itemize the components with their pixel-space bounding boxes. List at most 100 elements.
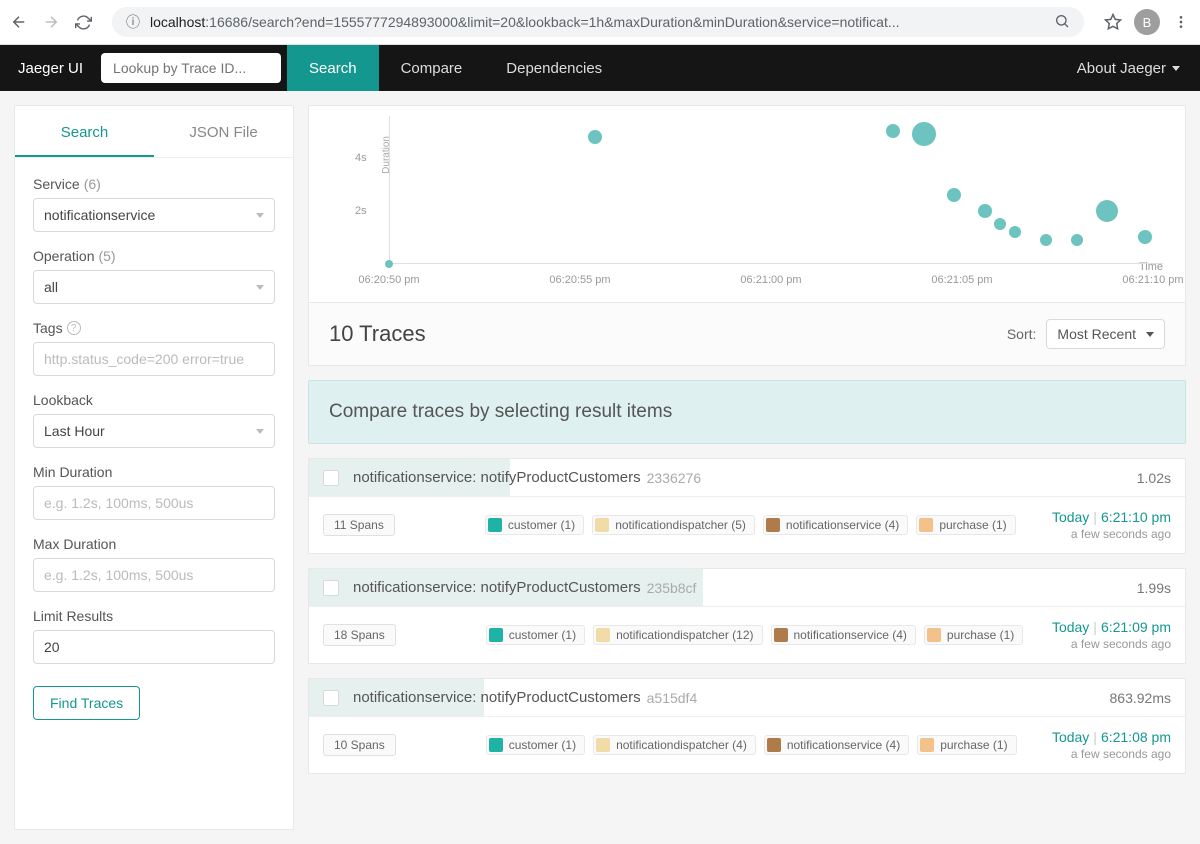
chart-point[interactable]: [886, 124, 900, 138]
lookback-select[interactable]: Last Hour: [33, 414, 275, 448]
nav-dependencies[interactable]: Dependencies: [484, 45, 624, 91]
spans-badge: 18 Spans: [323, 624, 396, 646]
chevron-down-icon: [256, 429, 264, 434]
nav-compare[interactable]: Compare: [379, 45, 485, 91]
trace-row[interactable]: notificationservice: notifyProductCustom…: [308, 678, 1186, 774]
max-duration-input[interactable]: [33, 558, 275, 592]
trace-meta: Today|6:21:08 pma few seconds ago: [1052, 729, 1171, 761]
trace-duration: 863.92ms: [1110, 690, 1171, 706]
chart-point[interactable]: [978, 204, 992, 218]
service-tag[interactable]: notificationservice (4): [763, 515, 908, 535]
service-tag[interactable]: notificationservice (4): [764, 735, 909, 755]
url-bar[interactable]: ⓘ localhost:16686/search?end=15557772948…: [112, 7, 1084, 37]
color-swatch: [766, 518, 780, 532]
lookback-label: Lookback: [33, 392, 275, 408]
service-tag[interactable]: notificationservice (4): [771, 625, 916, 645]
find-traces-button[interactable]: Find Traces: [33, 686, 140, 720]
trace-checkbox[interactable]: [323, 470, 339, 486]
service-tag-label: customer (1): [508, 518, 575, 532]
chart-point[interactable]: [1138, 230, 1152, 244]
brand[interactable]: Jaeger UI: [0, 60, 101, 77]
service-tag-label: notificationservice (4): [794, 628, 907, 642]
service-tag-label: purchase (1): [940, 738, 1007, 752]
app-topnav: Jaeger UI Search Compare Dependencies Ab…: [0, 45, 1200, 91]
service-tag[interactable]: notificationdispatcher (4): [593, 735, 756, 755]
operation-select[interactable]: all: [33, 270, 275, 304]
chart-point[interactable]: [1071, 234, 1083, 246]
min-duration-input[interactable]: [33, 486, 275, 520]
service-tag-label: customer (1): [509, 628, 576, 642]
chevron-down-icon: [1146, 332, 1154, 337]
service-tag-label: purchase (1): [939, 518, 1006, 532]
chart-point[interactable]: [947, 188, 961, 202]
chart-point[interactable]: [994, 218, 1006, 230]
x-tick: 06:21:10 pm: [1122, 274, 1183, 286]
service-tag[interactable]: purchase (1): [917, 735, 1016, 755]
x-tick: 06:21:05 pm: [931, 274, 992, 286]
sort-select[interactable]: Most Recent: [1046, 319, 1165, 349]
y-axis-label: Duration: [381, 136, 392, 174]
color-swatch: [488, 518, 502, 532]
help-icon[interactable]: ?: [67, 321, 81, 335]
operation-label: Operation: [33, 248, 94, 264]
chevron-down-icon: [256, 285, 264, 290]
back-icon[interactable]: [8, 11, 30, 33]
trace-name: notificationservice: notifyProductCustom…: [353, 689, 641, 706]
trace-row[interactable]: notificationservice: notifyProductCustom…: [308, 568, 1186, 664]
forward-icon[interactable]: [40, 11, 62, 33]
service-tag-label: notificationdispatcher (4): [616, 738, 747, 752]
x-tick: 06:20:55 pm: [549, 274, 610, 286]
x-tick: 06:20:50 pm: [358, 274, 419, 286]
service-tag[interactable]: customer (1): [486, 735, 585, 755]
browser-toolbar: ⓘ localhost:16686/search?end=15557772948…: [0, 0, 1200, 45]
y-tick: 2s: [355, 205, 367, 217]
service-tag-label: notificationservice (4): [786, 518, 899, 532]
kebab-icon[interactable]: [1170, 11, 1192, 33]
zoom-icon[interactable]: [1054, 13, 1070, 32]
chevron-down-icon: [1172, 66, 1180, 71]
service-tag[interactable]: purchase (1): [924, 625, 1023, 645]
limit-input[interactable]: [33, 630, 275, 664]
compare-banner: Compare traces by selecting result items: [308, 380, 1186, 444]
service-tag-label: customer (1): [509, 738, 576, 752]
trace-lookup-input[interactable]: [101, 53, 281, 83]
trace-duration: 1.02s: [1137, 470, 1171, 486]
service-tag[interactable]: notificationdispatcher (5): [592, 515, 755, 535]
chart-point[interactable]: [588, 130, 602, 144]
nav-search[interactable]: Search: [287, 45, 379, 91]
service-tag[interactable]: purchase (1): [916, 515, 1015, 535]
chart-point[interactable]: [1040, 234, 1052, 246]
trace-row[interactable]: notificationservice: notifyProductCustom…: [308, 458, 1186, 554]
profile-avatar[interactable]: B: [1134, 9, 1160, 35]
service-select[interactable]: notificationservice: [33, 198, 275, 232]
tab-search[interactable]: Search: [15, 106, 154, 157]
service-tag[interactable]: customer (1): [485, 515, 584, 535]
scatter-chart: Duration Time 4s2s06:20:50 pm06:20:55 pm…: [308, 105, 1186, 303]
trace-id: a515df4: [647, 690, 698, 706]
trace-checkbox[interactable]: [323, 690, 339, 706]
color-swatch: [489, 738, 503, 752]
service-tag[interactable]: notificationdispatcher (12): [593, 625, 762, 645]
star-icon[interactable]: [1102, 11, 1124, 33]
service-count: (6): [84, 176, 101, 192]
tags-input[interactable]: [33, 342, 275, 376]
chart-point[interactable]: [1096, 200, 1118, 222]
about-menu[interactable]: About Jaeger: [1077, 60, 1200, 77]
color-swatch: [919, 518, 933, 532]
chart-point[interactable]: [912, 122, 936, 146]
chart-point[interactable]: [1009, 226, 1021, 238]
traces-header: 10 Traces Sort: Most Recent: [308, 303, 1186, 366]
y-tick: 4s: [355, 152, 367, 164]
color-swatch: [767, 738, 781, 752]
service-label: Service: [33, 176, 80, 192]
chart-point[interactable]: [385, 260, 393, 268]
reload-icon[interactable]: [72, 11, 94, 33]
service-tag-label: notificationdispatcher (5): [615, 518, 746, 532]
service-tag[interactable]: customer (1): [486, 625, 585, 645]
trace-checkbox[interactable]: [323, 580, 339, 596]
tags-label: Tags: [33, 320, 63, 336]
service-tag-label: notificationdispatcher (12): [616, 628, 753, 642]
trace-name: notificationservice: notifyProductCustom…: [353, 469, 641, 486]
tab-json-file[interactable]: JSON File: [154, 106, 293, 157]
info-icon: ⓘ: [126, 12, 140, 32]
